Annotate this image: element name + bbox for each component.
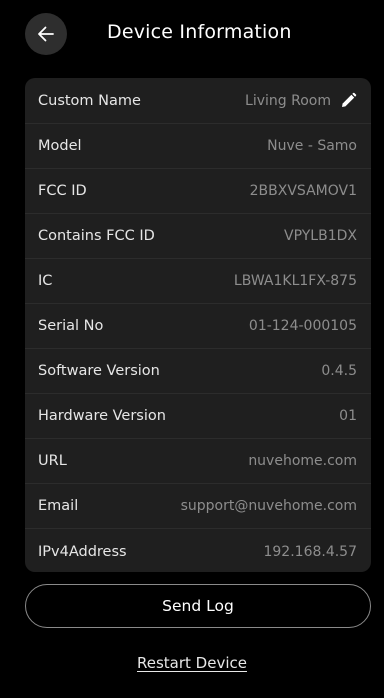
- info-label: Model: [38, 138, 82, 154]
- restart-device-link[interactable]: Restart Device: [0, 654, 384, 672]
- info-value: Nuve - Samo: [267, 138, 357, 154]
- info-value: 0.4.5: [321, 363, 357, 379]
- send-log-button[interactable]: Send Log: [25, 584, 371, 628]
- info-row-contains-fcc-id: Contains FCC ID VPYLB1DX: [25, 214, 371, 259]
- custom-name-value: Living Room: [245, 92, 331, 109]
- info-label: IPv4Address: [38, 543, 127, 560]
- info-label: Software Version: [38, 363, 160, 379]
- device-info-card: Custom Name Living Room Model Nuve - Sam…: [25, 78, 371, 572]
- info-row-ipv4-address: IPv4Address 192.168.4.57: [25, 529, 371, 572]
- info-label: IC: [38, 273, 53, 289]
- custom-name-value-wrap: Living Room: [245, 92, 357, 109]
- info-label: Contains FCC ID: [38, 228, 155, 244]
- info-row-serial-no: Serial No 01-124-000105: [25, 304, 371, 349]
- pencil-icon[interactable]: [340, 92, 357, 109]
- info-label: Email: [38, 498, 79, 514]
- info-row-hardware-version: Hardware Version 01: [25, 394, 371, 439]
- back-button[interactable]: [25, 13, 67, 55]
- info-label: Serial No: [38, 318, 104, 334]
- header: Device Information: [0, 0, 384, 68]
- info-value: VPYLB1DX: [284, 228, 357, 244]
- info-value: 01-124-000105: [248, 318, 357, 334]
- info-value: support@nuvehome.com: [180, 498, 357, 514]
- info-row-url: URL nuvehome.com: [25, 439, 371, 484]
- info-value: 2BBXVSAMOV1: [249, 183, 357, 199]
- info-row-custom-name[interactable]: Custom Name Living Room: [25, 78, 371, 124]
- info-label: Custom Name: [38, 92, 141, 109]
- info-row-ic: IC LBWA1KL1FX-875: [25, 259, 371, 304]
- info-value: LBWA1KL1FX-875: [233, 273, 357, 289]
- info-label: FCC ID: [38, 183, 87, 199]
- info-row-software-version: Software Version 0.4.5: [25, 349, 371, 394]
- info-value: 01: [339, 408, 357, 424]
- info-value: nuvehome.com: [248, 453, 357, 469]
- info-row-fcc-id: FCC ID 2BBXVSAMOV1: [25, 169, 371, 214]
- info-row-model: Model Nuve - Samo: [25, 124, 371, 169]
- info-row-email: Email support@nuvehome.com: [25, 484, 371, 529]
- info-label: Hardware Version: [38, 408, 166, 424]
- arrow-left-icon: [36, 24, 56, 44]
- info-value: 192.168.4.57: [263, 543, 357, 560]
- page-title: Device Information: [107, 21, 292, 43]
- info-label: URL: [38, 453, 67, 469]
